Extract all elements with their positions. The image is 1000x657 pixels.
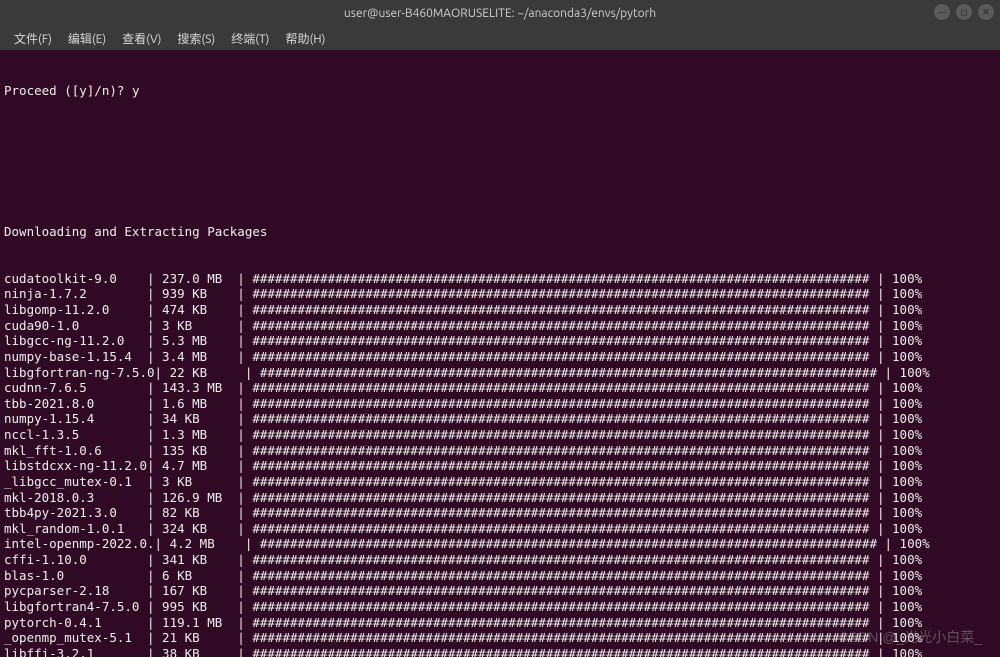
package-row: tbb-2021.8.0 | 1.6 MB | ################… [4,396,996,412]
maximize-icon[interactable]: ◻ [956,4,972,20]
menu-search[interactable]: 搜索(S) [169,30,223,47]
close-icon[interactable]: ✕ [978,4,994,20]
package-row: libgfortran4-7.5.0 | 995 KB | ##########… [4,599,996,615]
menu-view[interactable]: 查看(V) [114,30,169,47]
menu-edit[interactable]: 编辑(E) [60,30,114,47]
menu-terminal[interactable]: 终端(T) [223,30,277,47]
menu-file[interactable]: 文件(F) [6,30,60,47]
package-row: cuda90-1.0 | 3 KB | ####################… [4,318,996,334]
menu-help[interactable]: 帮助(H) [277,30,333,47]
terminal-output[interactable]: Proceed ([y]/n)? y Downloading and Extra… [0,50,1000,657]
download-header: Downloading and Extracting Packages [4,224,996,240]
package-row: cudnn-7.6.5 | 143.3 MB | ###############… [4,380,996,396]
package-row: libffi-3.2.1 | 38 KB | #################… [4,646,996,657]
package-row: pycparser-2.18 | 167 KB | ##############… [4,583,996,599]
package-row: cudatoolkit-9.0 | 237.0 MB | ###########… [4,271,996,287]
window-title: user@user-B460MAORUSELITE: ~/anaconda3/e… [344,7,656,20]
package-row: libgcc-ng-11.2.0 | 5.3 MB | ############… [4,333,996,349]
package-row: _libgcc_mutex-0.1 | 3 KB | #############… [4,474,996,490]
blank-line [4,177,996,193]
window-controls: － ◻ ✕ [934,4,994,20]
package-row: cffi-1.10.0 | 341 KB | #################… [4,552,996,568]
package-row: _openmp_mutex-5.1 | 21 KB | ############… [4,630,996,646]
package-row: mkl_random-1.0.1 | 324 KB | ############… [4,521,996,537]
package-row: tbb4py-2021.3.0 | 82 KB | ##############… [4,505,996,521]
package-row: numpy-base-1.15.4 | 3.4 MB | ###########… [4,349,996,365]
package-row: nccl-1.3.5 | 1.3 MB | ##################… [4,427,996,443]
package-row: blas-1.0 | 6 KB | ######################… [4,568,996,584]
package-row: mkl-2018.0.3 | 126.9 MB | ##############… [4,490,996,506]
package-list: cudatoolkit-9.0 | 237.0 MB | ###########… [4,271,996,657]
package-row: libgomp-11.2.0 | 474 KB | ##############… [4,302,996,318]
menubar: 文件(F) 编辑(E) 查看(V) 搜索(S) 终端(T) 帮助(H) [0,26,1000,50]
titlebar[interactable]: user@user-B460MAORUSELITE: ~/anaconda3/e… [0,0,1000,26]
package-row: libstdcxx-ng-11.2.0| 4.7 MB | ##########… [4,458,996,474]
blank-line [4,130,996,146]
proceed-line: Proceed ([y]/n)? y [4,83,996,99]
minimize-icon[interactable]: － [934,4,950,20]
package-row: mkl_fft-1.0.6 | 135 KB | ###############… [4,443,996,459]
package-row: pytorch-0.4.1 | 119.1 MB | #############… [4,615,996,631]
package-row: ninja-1.7.2 | 939 KB | #################… [4,286,996,302]
package-row: libgfortran-ng-7.5.0| 22 KB | ##########… [4,365,996,381]
package-row: numpy-1.15.4 | 34 KB | #################… [4,411,996,427]
terminal-window: user@user-B460MAORUSELITE: ~/anaconda3/e… [0,0,1000,657]
package-row: intel-openmp-2022.0.| 4.2 MB | #########… [4,536,996,552]
